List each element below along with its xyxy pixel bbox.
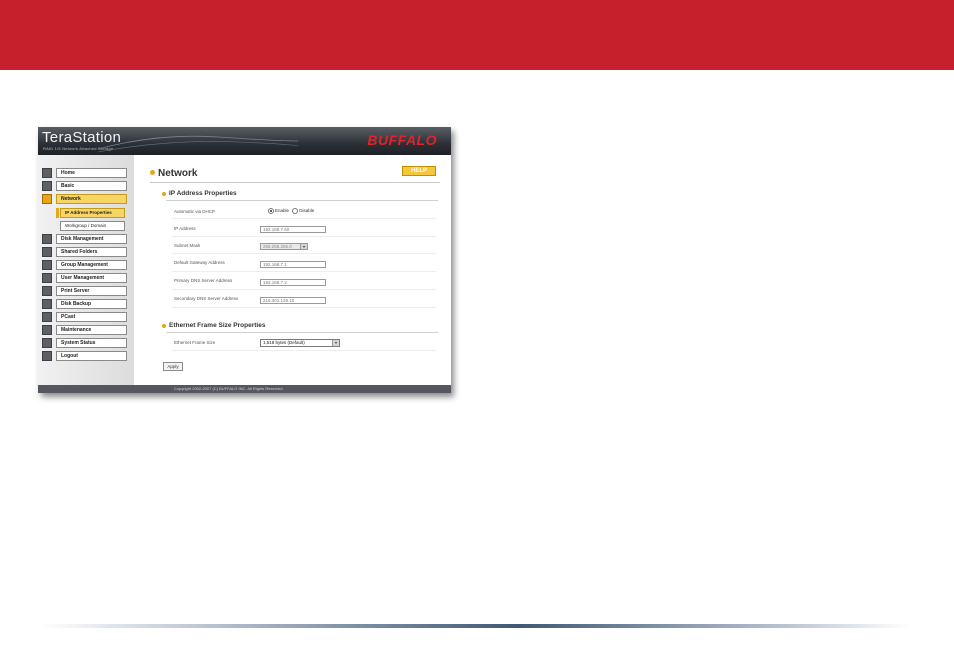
user-icon	[42, 273, 52, 283]
gateway-input[interactable]: 192.168.7.1	[260, 261, 326, 268]
sidebar-item-logout[interactable]: Logout	[42, 351, 127, 361]
top-red-band	[0, 0, 954, 70]
sidebar-item-label: Shared Folders	[56, 247, 127, 257]
sidebar-item-label: Print Server	[56, 286, 127, 296]
help-button[interactable]: HELP	[402, 166, 436, 176]
title-divider	[150, 182, 440, 183]
sidebar-item-group-management[interactable]: Group Management	[42, 260, 127, 270]
ip-section-title: IP Address Properties	[169, 190, 237, 197]
apply-button[interactable]: Apply	[163, 362, 183, 371]
sidebar-item-label: Disk Management	[56, 234, 127, 244]
row-divider	[172, 253, 436, 254]
ip-section-divider	[166, 200, 438, 201]
sidebar-subitem-workgroup[interactable]: Workgroup / Domain	[60, 221, 125, 231]
swoosh-icon	[98, 135, 298, 153]
logout-icon	[42, 351, 52, 361]
sidebar-item-pcast[interactable]: PCast	[42, 312, 127, 322]
dhcp-disable-label: Disable	[299, 208, 315, 214]
subnet-mask-label: Subnet Mask	[174, 243, 201, 248]
sidebar-item-system-status[interactable]: System Status	[42, 338, 127, 348]
frame-size-value: 1,518 bytes (Default)	[263, 340, 305, 345]
secondary-dns-input[interactable]: 216.301.129.10	[260, 297, 326, 304]
sidebar-item-disk-management[interactable]: Disk Management	[42, 234, 127, 244]
secondary-dns-label: Secondary DNS Server Address	[174, 296, 239, 301]
row-divider	[172, 307, 436, 308]
frame-size-select[interactable]: 1,518 bytes (Default) ▾	[260, 339, 340, 347]
sidebar-subitem-ip-address[interactable]: IP Address Properties	[60, 208, 125, 218]
ip-address-input[interactable]: 192.168.7.60	[260, 226, 326, 233]
app-footer: Copyright 2002-2007 (C) BUFFALO INC. All…	[38, 385, 451, 393]
dhcp-enable-radio[interactable]	[268, 208, 274, 214]
sidebar-item-maintenance[interactable]: Maintenance	[42, 325, 127, 335]
basic-icon	[42, 181, 52, 191]
folder-icon	[42, 247, 52, 257]
sidebar-item-user-management[interactable]: User Management	[42, 273, 127, 283]
row-divider	[172, 350, 436, 351]
bottom-gradient-rule	[40, 624, 910, 628]
sidebar-item-label: Disk Backup	[56, 299, 127, 309]
chevron-down-icon: ▾	[300, 244, 307, 249]
sidebar-item-basic[interactable]: Basic	[42, 181, 127, 191]
sidebar-item-label: Basic	[56, 181, 127, 191]
maintenance-icon	[42, 325, 52, 335]
frame-section-title: Ethernet Frame Size Properties	[169, 322, 266, 329]
printer-icon	[42, 286, 52, 296]
subnet-mask-select[interactable]: 255.255.255.0 ▾	[260, 243, 308, 250]
row-divider	[172, 218, 436, 219]
title-bullet-icon	[150, 170, 155, 175]
page-title: Network	[158, 168, 198, 179]
backup-icon	[42, 299, 52, 309]
subnet-mask-value: 255.255.255.0	[263, 244, 292, 249]
chevron-down-icon: ▾	[332, 340, 339, 346]
sidebar-item-label: Group Management	[56, 260, 127, 270]
dhcp-label: Automatic via DHCP	[174, 209, 216, 214]
section-bullet-icon	[162, 192, 166, 196]
primary-dns-input[interactable]: 192.168.7.2	[260, 279, 326, 286]
sidebar-item-label: Network	[56, 194, 127, 204]
sidebar-item-label: User Management	[56, 273, 127, 283]
submenu-marker	[56, 208, 59, 218]
sidebar-item-disk-backup[interactable]: Disk Backup	[42, 299, 127, 309]
dhcp-disable-radio[interactable]	[292, 208, 299, 214]
copyright-text: Copyright 2002-2007 (C) BUFFALO INC. All…	[174, 386, 284, 391]
sidebar: Home Basic Network IP Address Properties…	[38, 155, 134, 385]
sidebar-item-label: Maintenance	[56, 325, 127, 335]
row-divider	[172, 289, 436, 290]
main-content: Network HELP IP Address Properties Autom…	[134, 155, 451, 385]
ip-address-label: IP Address	[174, 226, 196, 231]
dhcp-enable-label: Enable	[275, 208, 290, 214]
section-bullet-icon	[162, 324, 166, 328]
frame-size-label: Ethernet Frame Size	[174, 340, 216, 345]
pcast-icon	[42, 312, 52, 322]
group-icon	[42, 260, 52, 270]
buffalo-brand: BUFFALO	[367, 132, 437, 148]
sidebar-item-shared-folders[interactable]: Shared Folders	[42, 247, 127, 257]
sidebar-item-print-server[interactable]: Print Server	[42, 286, 127, 296]
sidebar-item-label: Logout	[56, 351, 127, 361]
disk-icon	[42, 234, 52, 244]
primary-dns-label: Primary DNS Server Address	[174, 278, 233, 283]
sidebar-item-network[interactable]: Network	[42, 194, 127, 204]
frame-section-divider	[166, 332, 438, 333]
sidebar-item-label: Home	[56, 168, 127, 178]
terastation-screenshot: TeraStation RAID 1/5 Network Attached St…	[38, 127, 451, 393]
row-divider	[172, 236, 436, 237]
status-icon	[42, 338, 52, 348]
gateway-label: Default Gateway Address	[174, 260, 225, 265]
sidebar-item-home[interactable]: Home	[42, 168, 127, 178]
row-divider	[172, 271, 436, 272]
sidebar-item-label: PCast	[56, 312, 127, 322]
sidebar-item-label: System Status	[56, 338, 127, 348]
home-icon	[42, 168, 52, 178]
network-icon	[42, 194, 52, 204]
dhcp-radio-group: Enable Disable	[268, 208, 314, 214]
app-header: TeraStation RAID 1/5 Network Attached St…	[38, 127, 451, 155]
